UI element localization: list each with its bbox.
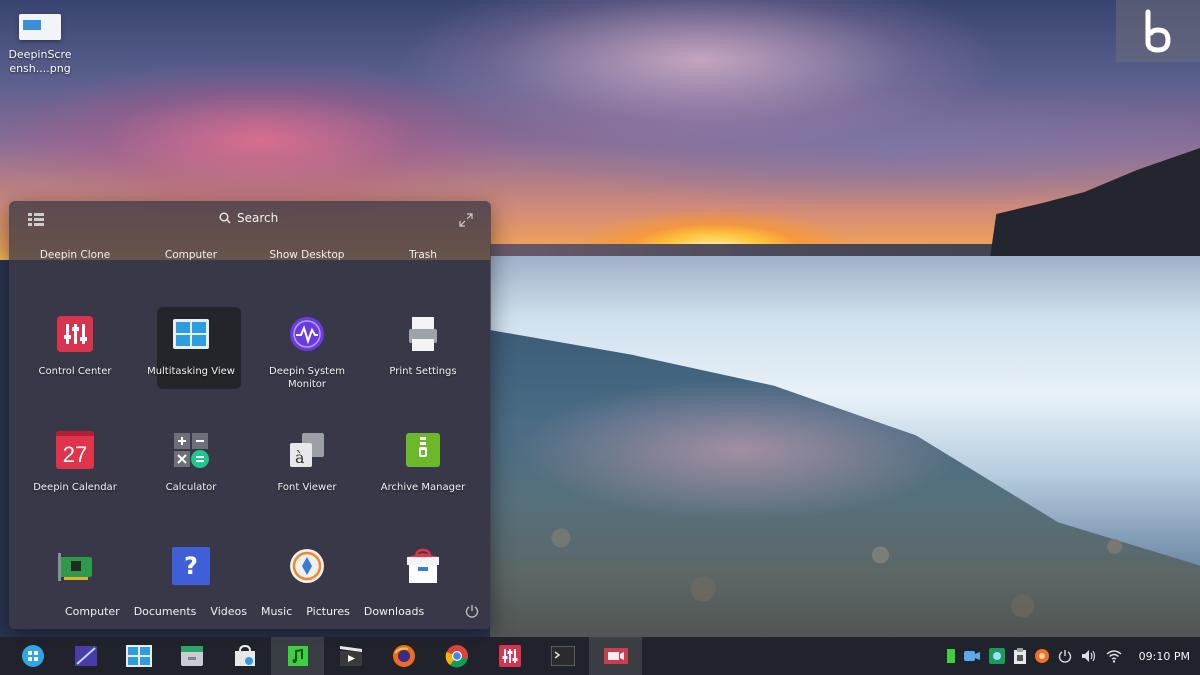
control-center-icon	[498, 645, 521, 667]
app-item-help[interactable]: ?	[133, 537, 249, 593]
app-label: Control Center	[38, 366, 112, 377]
launcher-top-row: Deepin Clone Computer Show Desktop Trash	[17, 237, 483, 273]
link-computer[interactable]: Computer	[65, 605, 120, 618]
app-label: Deepin Calendar	[33, 482, 117, 493]
movie-player-icon	[339, 646, 362, 666]
app-item-trash[interactable]: Trash	[365, 237, 481, 273]
help-glyph: ?	[184, 552, 198, 580]
wallpaper-stones	[490, 470, 1200, 640]
app-item-font-viewer[interactable]: à Font Viewer	[249, 421, 365, 537]
clipboard-icon[interactable]	[1013, 648, 1026, 664]
camera-icon[interactable]	[963, 650, 980, 662]
taskbar-movie-button[interactable]	[324, 637, 377, 675]
app-item-browser[interactable]	[249, 537, 365, 593]
app-store-icon	[234, 644, 255, 666]
app-item-device-manager[interactable]	[17, 537, 133, 593]
power-icon[interactable]	[465, 603, 479, 622]
app-item-multitasking-view[interactable]: Multitasking View	[133, 305, 249, 421]
app-item-calculator[interactable]: Calculator	[133, 421, 249, 537]
multitasking-view-icon	[125, 645, 152, 667]
taskbar-firefox-button[interactable]	[377, 637, 430, 675]
taskbar-screenshot-button[interactable]	[59, 637, 112, 675]
channel-watermark	[1116, 0, 1200, 62]
wifi-icon[interactable]	[1106, 649, 1122, 663]
volume-icon[interactable]	[1081, 649, 1097, 663]
app-item-deepin-calendar[interactable]: 27 Deepin Calendar	[17, 421, 133, 537]
terminal-icon	[550, 646, 575, 666]
taskbar-launcher-button[interactable]	[6, 637, 59, 675]
launcher-icon	[21, 645, 44, 667]
link-music[interactable]: Music	[261, 605, 292, 618]
desktop-file-label: DeepinScre ensh....png	[8, 48, 72, 75]
taskbar-control-center-button[interactable]	[483, 637, 536, 675]
shutdown-indicator-icon[interactable]	[1034, 649, 1049, 663]
launcher-topbar: Search	[9, 201, 491, 237]
app-store-icon	[407, 548, 439, 583]
browser-compass-icon	[290, 549, 324, 583]
app-label: Multitasking View	[147, 366, 235, 377]
app-item-deepin-clone[interactable]: Deepin Clone	[17, 237, 133, 273]
app-label: Font Viewer	[277, 482, 337, 493]
taskbar-music-button[interactable]	[271, 637, 324, 675]
music-player-icon	[287, 646, 308, 666]
app-item-system-monitor[interactable]: Deepin System Monitor	[249, 305, 365, 421]
taskbar-chrome-button[interactable]	[430, 637, 483, 675]
font-viewer-icon: à	[290, 433, 324, 467]
app-item-control-center[interactable]: Control Center	[17, 305, 133, 421]
desktop-file-item[interactable]: DeepinScre ensh....png	[6, 8, 74, 76]
category-mode-icon[interactable]	[28, 212, 44, 231]
multitasking-view-icon	[173, 319, 209, 349]
app-label: Calculator	[165, 482, 217, 493]
calendar-day: 27	[62, 442, 88, 467]
app-item-show-desktop[interactable]: Show Desktop	[249, 237, 365, 273]
screenshot-icon	[74, 646, 97, 666]
image-file-icon	[19, 14, 61, 40]
search-placeholder: Search	[237, 211, 279, 225]
app-launcher: Search Deepin Clone Computer Show Deskto…	[9, 201, 491, 629]
taskbar-screen-recorder-button[interactable]	[589, 637, 642, 675]
link-documents[interactable]: Documents	[134, 605, 197, 618]
link-downloads[interactable]: Downloads	[364, 605, 424, 618]
app-item-archive-manager[interactable]: Archive Manager	[365, 421, 481, 537]
app-label: Deepin System Monitor	[269, 366, 345, 390]
printer-icon	[409, 317, 437, 351]
taskbar: 09:10 PM	[0, 637, 1200, 675]
link-pictures[interactable]: Pictures	[306, 605, 350, 618]
calculator-icon	[174, 433, 209, 468]
system-monitor-icon	[290, 317, 324, 351]
channel-logo-icon	[1145, 9, 1171, 53]
power-icon[interactable]	[1058, 649, 1072, 663]
firefox-icon	[392, 645, 415, 667]
system-tray: 09:10 PM	[946, 637, 1190, 675]
app-item-print-settings[interactable]: Print Settings	[365, 305, 481, 421]
fullscreen-toggle-icon[interactable]	[459, 212, 473, 231]
file-manager-icon	[180, 646, 203, 666]
app-label: Archive Manager	[380, 482, 466, 493]
clock[interactable]: 09:10 PM	[1139, 650, 1190, 663]
taskbar-file-manager-button[interactable]	[165, 637, 218, 675]
archive-manager-icon	[406, 433, 440, 467]
link-videos[interactable]: Videos	[210, 605, 247, 618]
control-center-icon	[57, 316, 93, 352]
launcher-search[interactable]: Search	[219, 211, 278, 225]
svg-text:à: à	[295, 448, 305, 467]
app-item-computer[interactable]: Computer	[133, 237, 249, 273]
screen-recorder-icon	[603, 648, 628, 664]
launcher-app-grid: Deepin Clone Computer Show Desktop Trash…	[17, 237, 483, 593]
image-viewer-icon[interactable]	[988, 648, 1005, 664]
hardware-card-icon	[58, 553, 92, 581]
app-item-app-store[interactable]	[365, 537, 481, 593]
battery-indicator-icon[interactable]	[946, 649, 955, 663]
launcher-bottombar: Computer Documents Videos Music Pictures…	[9, 593, 491, 629]
app-label: Print Settings	[389, 366, 457, 377]
help-icon: ?	[172, 547, 210, 585]
taskbar-multitasking-button[interactable]	[112, 637, 165, 675]
chrome-icon	[445, 645, 468, 668]
taskbar-terminal-button[interactable]	[536, 637, 589, 675]
taskbar-app-store-button[interactable]	[218, 637, 271, 675]
calendar-icon: 27	[56, 431, 94, 469]
search-icon	[219, 212, 231, 224]
